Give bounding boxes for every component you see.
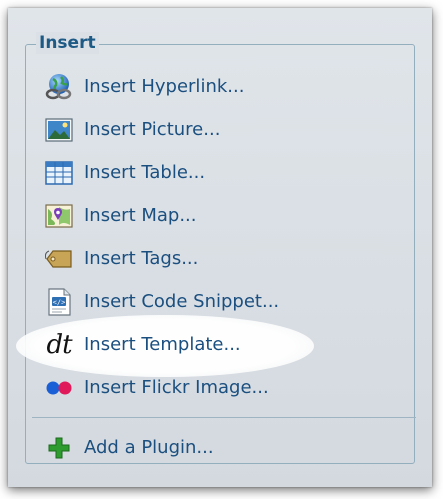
insert-hyperlink-label: Insert Hyperlink... <box>84 76 245 97</box>
map-icon <box>44 201 74 231</box>
code-snippet-icon: </> <box>44 287 74 317</box>
hyperlink-globe-icon <box>44 72 74 102</box>
insert-picture-item[interactable]: Insert Picture... <box>44 108 404 151</box>
insert-menu: Insert Hyperlink... Insert Picture... In <box>32 65 416 469</box>
insert-code-snippet-label: Insert Code Snippet... <box>84 291 280 312</box>
insert-table-item[interactable]: Insert Table... <box>44 151 404 194</box>
menu-divider <box>32 417 416 418</box>
group-title: Insert <box>36 32 99 54</box>
insert-table-label: Insert Table... <box>84 162 206 183</box>
tag-icon <box>44 244 74 274</box>
svg-text:</>: </> <box>53 298 66 306</box>
insert-map-item[interactable]: Insert Map... <box>44 194 404 237</box>
insert-flickr-label: Insert Flickr Image... <box>84 377 269 398</box>
insert-flickr-item[interactable]: Insert Flickr Image... <box>44 366 404 409</box>
flickr-icon <box>44 373 74 403</box>
insert-map-label: Insert Map... <box>84 205 197 226</box>
add-plugin-label: Add a Plugin... <box>84 437 214 458</box>
template-dt-glyph: dt <box>46 329 72 360</box>
add-plugin-item[interactable]: Add a Plugin... <box>44 426 404 469</box>
picture-icon <box>44 115 74 145</box>
insert-picture-label: Insert Picture... <box>84 119 221 140</box>
insert-template-label: Insert Template... <box>84 334 241 355</box>
insert-template-item[interactable]: dt Insert Template... <box>44 323 404 366</box>
insert-tags-item[interactable]: Insert Tags... <box>44 237 404 280</box>
add-plugin-icon <box>44 433 74 463</box>
insert-tags-label: Insert Tags... <box>84 248 199 269</box>
insert-hyperlink-item[interactable]: Insert Hyperlink... <box>44 65 404 108</box>
table-icon <box>44 158 74 188</box>
template-icon: dt <box>44 330 74 360</box>
insert-code-snippet-item[interactable]: </> Insert Code Snippet... <box>44 280 404 323</box>
